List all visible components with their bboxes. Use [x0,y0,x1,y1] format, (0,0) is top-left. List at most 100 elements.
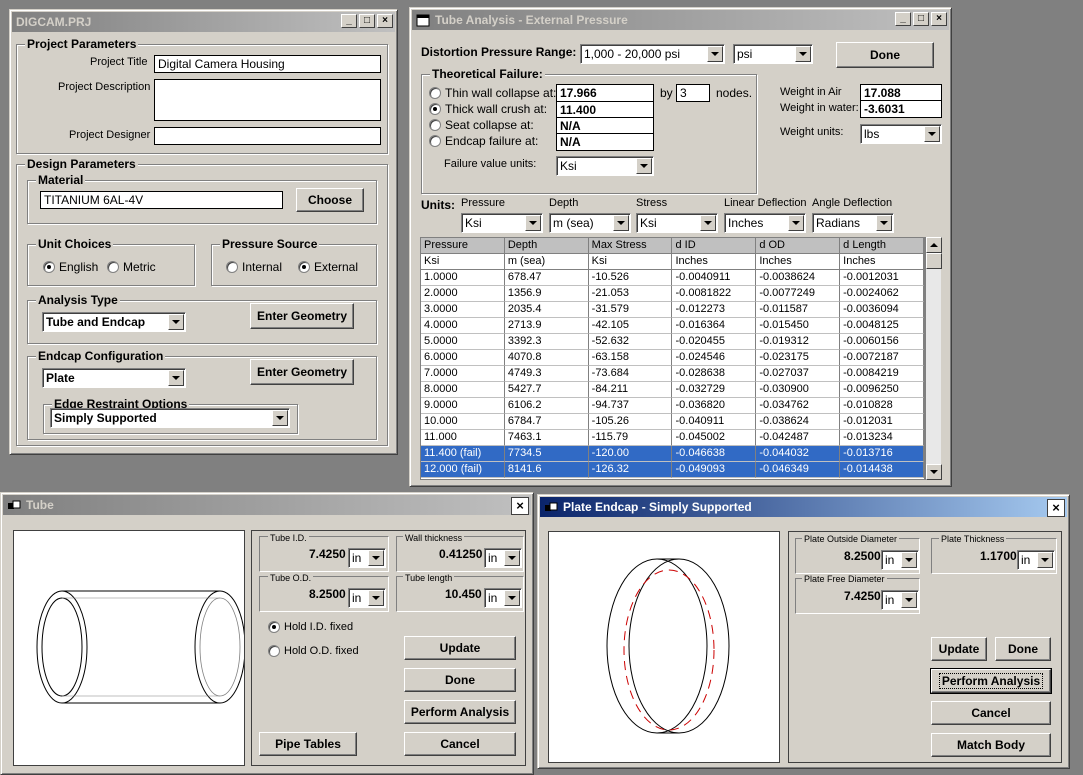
chevron-down-icon[interactable] [901,552,917,568]
close-button[interactable]: × [1047,499,1065,517]
project-window-titlebar[interactable]: DIGCAM.PRJ _ □ × [12,12,395,32]
edge-restraint-select[interactable]: Simply Supported [50,408,290,428]
table-row[interactable]: 12.000 (fail) 8141.6 -126.32 -0.049093 -0.04… [421,462,924,478]
match-body-button[interactable]: Match Body [931,733,1051,757]
project-designer-field[interactable] [154,127,381,145]
chevron-down-icon[interactable] [368,590,384,606]
table-row[interactable]: 9.0000 6106.2 -94.737 -0.036820 -0.034762 -0.… [421,398,924,414]
pressure-unit-select[interactable]: Ksi [461,213,543,233]
column-header[interactable]: Depth [504,238,589,254]
linear-deflection-select[interactable]: Inches [724,213,806,233]
pressure-external-radio[interactable]: External [298,260,358,274]
tube-od-value[interactable]: 8.2500 [309,587,346,601]
depth-unit-select[interactable]: m (sea) [549,213,631,233]
failure-units-select[interactable]: Ksi [556,156,654,176]
analysis-window-titlebar[interactable]: Tube Analysis - External Pressure _ □ × [412,10,949,30]
chevron-down-icon[interactable] [504,550,520,566]
column-header[interactable]: d Length [840,238,924,254]
endcap-window-titlebar[interactable]: Plate Endcap - Simply Supported × [540,497,1067,517]
enter-geometry-button[interactable]: Enter Geometry [250,303,354,329]
tube-window-titlebar[interactable]: Tube × [3,495,531,515]
tube-cancel-button[interactable]: Cancel [404,732,516,756]
table-row[interactable]: 5.0000 3392.3 -52.632 -0.020455 -0.019312 -0.… [421,334,924,350]
table-row[interactable]: 4.0000 2713.9 -42.105 -0.016364 -0.015450 -0.… [421,318,924,334]
chevron-down-icon[interactable] [901,592,917,608]
thickness-unit-select[interactable]: in [1017,550,1055,570]
table-row[interactable]: 1.0000 678.47 -10.526 -0.0040911 -0.0038624-… [421,270,924,286]
chevron-down-icon[interactable] [168,314,184,330]
wall-unit-select[interactable]: in [484,548,522,568]
unit-english-radio[interactable]: English [43,260,98,274]
chevron-down-icon[interactable] [795,46,811,62]
table-row[interactable]: 2.0000 1356.9 -21.053 -0.0081822 -0.0077249-… [421,286,924,302]
maximize-button[interactable]: □ [913,12,929,26]
wall-value[interactable]: 0.41250 [439,547,482,561]
free-dia-value[interactable]: 7.4250 [844,589,881,603]
tube-id-unit-select[interactable]: in [348,548,386,568]
hold-id-radio[interactable]: Hold I.D. fixed [268,621,353,633]
close-button[interactable]: × [511,497,529,515]
enter-geometry-button-2[interactable]: Enter Geometry [250,359,354,385]
minimize-button[interactable]: _ [341,14,357,28]
nodes-field[interactable]: 3 [676,84,710,102]
table-row[interactable]: 11.000 7463.1 -115.79 -0.045002 -0.042487 -0.… [421,430,924,446]
column-header[interactable]: Max Stress [588,238,673,254]
distortion-range-select[interactable]: 1,000 - 20,000 psi [580,44,725,64]
endcap-update-button[interactable]: Update [931,637,987,661]
tube-done-button[interactable]: Done [404,668,516,692]
close-button[interactable]: × [377,14,393,28]
chevron-down-icon[interactable] [700,215,716,231]
pressure-internal-radio[interactable]: Internal [226,260,282,274]
chevron-down-icon[interactable] [1037,552,1053,568]
stress-unit-select[interactable]: Ksi [636,213,718,233]
material-field[interactable]: TITANIUM 6AL-4V [40,191,283,209]
endcap-failure-radio[interactable]: Endcap failure at: [429,134,538,148]
results-table[interactable]: Pressure Depth Max Stress d ID d OD d Le… [420,237,925,480]
chevron-down-icon[interactable] [613,215,629,231]
column-header[interactable]: Pressure [421,238,505,254]
seat-collapse-radio[interactable]: Seat collapse at: [429,118,534,132]
table-scrollbar[interactable] [925,237,942,480]
outside-dia-unit-select[interactable]: in [881,550,919,570]
tube-id-value[interactable]: 7.4250 [309,547,346,561]
angle-deflection-select[interactable]: Radians [812,213,894,233]
unit-metric-radio[interactable]: Metric [107,260,156,274]
length-unit-select[interactable]: in [484,588,522,608]
project-title-field[interactable]: Digital Camera Housing [154,55,381,73]
column-header[interactable]: d ID [672,238,757,254]
chevron-down-icon[interactable] [707,46,723,62]
chevron-down-icon[interactable] [876,215,892,231]
chevron-down-icon[interactable] [788,215,804,231]
project-description-field[interactable] [154,79,381,121]
chevron-down-icon[interactable] [168,370,184,386]
weight-units-select[interactable]: lbs [860,124,942,144]
free-dia-unit-select[interactable]: in [881,590,919,610]
analysis-type-select[interactable]: Tube and Endcap [42,312,186,332]
thick-wall-radio[interactable]: Thick wall crush at: [429,102,547,116]
scroll-up-button[interactable] [926,237,942,253]
column-header[interactable]: d OD [756,238,841,254]
close-button[interactable]: × [931,12,947,26]
length-value[interactable]: 10.450 [445,587,482,601]
endcap-config-select[interactable]: Plate [42,368,186,388]
outside-dia-value[interactable]: 8.2500 [844,549,881,563]
analysis-done-button[interactable]: Done [836,42,934,68]
scroll-down-button[interactable] [926,464,942,480]
endcap-perform-analysis-button[interactable]: Perform Analysis [930,668,1052,694]
tube-update-button[interactable]: Update [404,636,516,660]
chevron-down-icon[interactable] [504,590,520,606]
table-row[interactable]: 6.0000 4070.8 -63.158 -0.024546 -0.023175 -0.… [421,350,924,366]
tube-od-unit-select[interactable]: in [348,588,386,608]
minimize-button[interactable]: _ [895,12,911,26]
table-row[interactable]: 10.000 6784.7 -105.26 -0.040911 -0.038624 -0.… [421,414,924,430]
choose-button[interactable]: Choose [296,188,364,212]
table-row[interactable]: 11.400 (fail) 7734.5 -120.00 -0.046638 -0.04… [421,446,924,462]
chevron-down-icon[interactable] [636,158,652,174]
chevron-down-icon[interactable] [525,215,541,231]
table-row[interactable]: 7.0000 4749.3 -73.684 -0.028638 -0.027037 -0.… [421,366,924,382]
maximize-button[interactable]: □ [359,14,375,28]
thin-wall-radio[interactable]: Thin wall collapse at: [429,86,556,100]
tube-perform-analysis-button[interactable]: Perform Analysis [404,700,516,724]
hold-od-radio[interactable]: Hold O.D. fixed [268,645,359,657]
scroll-thumb[interactable] [926,253,942,269]
